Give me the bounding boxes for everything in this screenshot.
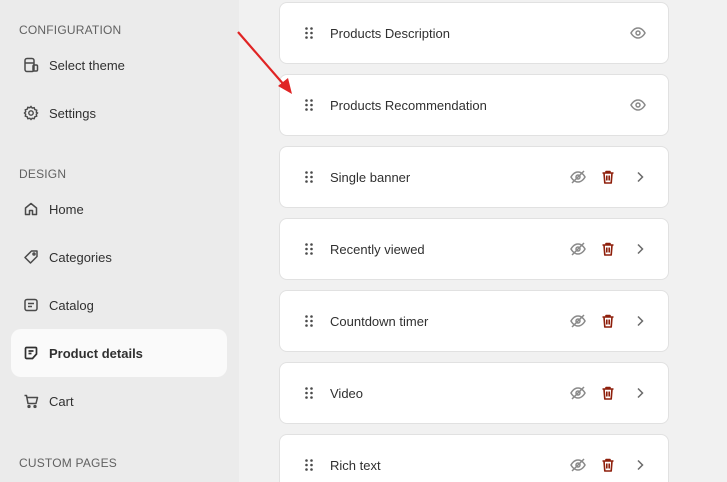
catalog-icon bbox=[23, 297, 39, 313]
trash-icon[interactable] bbox=[600, 385, 616, 401]
section-title-custom-pages: CUSTOM PAGES bbox=[19, 456, 117, 470]
drag-handle-icon[interactable] bbox=[304, 242, 314, 256]
theme-icon bbox=[23, 57, 39, 73]
eye-off-icon[interactable] bbox=[570, 241, 586, 257]
section-card-products-description[interactable]: Products Description bbox=[279, 2, 669, 64]
section-title-design: DESIGN bbox=[19, 167, 67, 181]
trash-icon[interactable] bbox=[600, 457, 616, 473]
eye-off-icon[interactable] bbox=[570, 457, 586, 473]
sections-list: Products Description Products Recommenda… bbox=[239, 0, 727, 482]
chevron-right-icon[interactable] bbox=[632, 241, 648, 257]
section-card-video[interactable]: Video bbox=[279, 362, 669, 424]
drag-handle-icon[interactable] bbox=[304, 386, 314, 400]
sidebar-item-select-theme[interactable]: Select theme bbox=[11, 41, 227, 89]
trash-icon[interactable] bbox=[600, 313, 616, 329]
gear-icon bbox=[23, 105, 39, 121]
section-title: Rich text bbox=[330, 457, 381, 473]
sidebar-item-label: Home bbox=[49, 201, 84, 217]
section-title: Products Recommendation bbox=[330, 97, 487, 113]
drag-handle-icon[interactable] bbox=[304, 170, 314, 184]
sidebar-item-cart[interactable]: Cart bbox=[11, 377, 227, 425]
sidebar-item-home[interactable]: Home bbox=[11, 185, 227, 233]
sidebar-item-label: Categories bbox=[49, 249, 112, 265]
sidebar-item-catalog[interactable]: Catalog bbox=[11, 281, 227, 329]
eye-off-icon[interactable] bbox=[570, 385, 586, 401]
cart-icon bbox=[23, 393, 39, 409]
sidebar-item-label: Select theme bbox=[49, 57, 125, 73]
section-card-products-recommendation[interactable]: Products Recommendation bbox=[279, 74, 669, 136]
drag-handle-icon[interactable] bbox=[304, 458, 314, 472]
sidebar-item-label: Cart bbox=[49, 393, 74, 409]
drag-handle-icon[interactable] bbox=[304, 98, 314, 112]
drag-handle-icon[interactable] bbox=[304, 314, 314, 328]
chevron-right-icon[interactable] bbox=[632, 313, 648, 329]
chevron-right-icon[interactable] bbox=[632, 457, 648, 473]
drag-handle-icon[interactable] bbox=[304, 26, 314, 40]
trash-icon[interactable] bbox=[600, 169, 616, 185]
eye-icon[interactable] bbox=[630, 25, 646, 41]
section-title-configuration: CONFIGURATION bbox=[19, 23, 122, 37]
sidebar-item-categories[interactable]: Categories bbox=[11, 233, 227, 281]
tag-icon bbox=[23, 249, 39, 265]
section-card-single-banner[interactable]: Single banner bbox=[279, 146, 669, 208]
eye-icon[interactable] bbox=[630, 97, 646, 113]
sidebar-item-settings[interactable]: Settings bbox=[11, 89, 227, 137]
section-title: Recently viewed bbox=[330, 241, 425, 257]
product-details-icon bbox=[23, 345, 39, 361]
chevron-right-icon[interactable] bbox=[632, 385, 648, 401]
home-icon bbox=[23, 201, 39, 217]
sidebar-item-label: Product details bbox=[49, 345, 143, 361]
sidebar-item-label: Settings bbox=[49, 105, 96, 121]
section-card-countdown-timer[interactable]: Countdown timer bbox=[279, 290, 669, 352]
sidebar: CONFIGURATION Select theme Settings DESI… bbox=[0, 0, 239, 482]
eye-off-icon[interactable] bbox=[570, 169, 586, 185]
section-card-rich-text[interactable]: Rich text bbox=[279, 434, 669, 482]
section-title: Video bbox=[330, 385, 364, 401]
chevron-right-icon[interactable] bbox=[632, 169, 648, 185]
section-title: Single banner bbox=[330, 169, 411, 185]
sidebar-item-product-details[interactable]: Product details bbox=[11, 329, 227, 377]
section-title: Products Description bbox=[330, 25, 450, 41]
sidebar-item-label: Catalog bbox=[49, 297, 94, 313]
trash-icon[interactable] bbox=[600, 241, 616, 257]
section-card-recently-viewed[interactable]: Recently viewed bbox=[279, 218, 669, 280]
eye-off-icon[interactable] bbox=[570, 313, 586, 329]
section-title: Countdown timer bbox=[330, 313, 429, 329]
